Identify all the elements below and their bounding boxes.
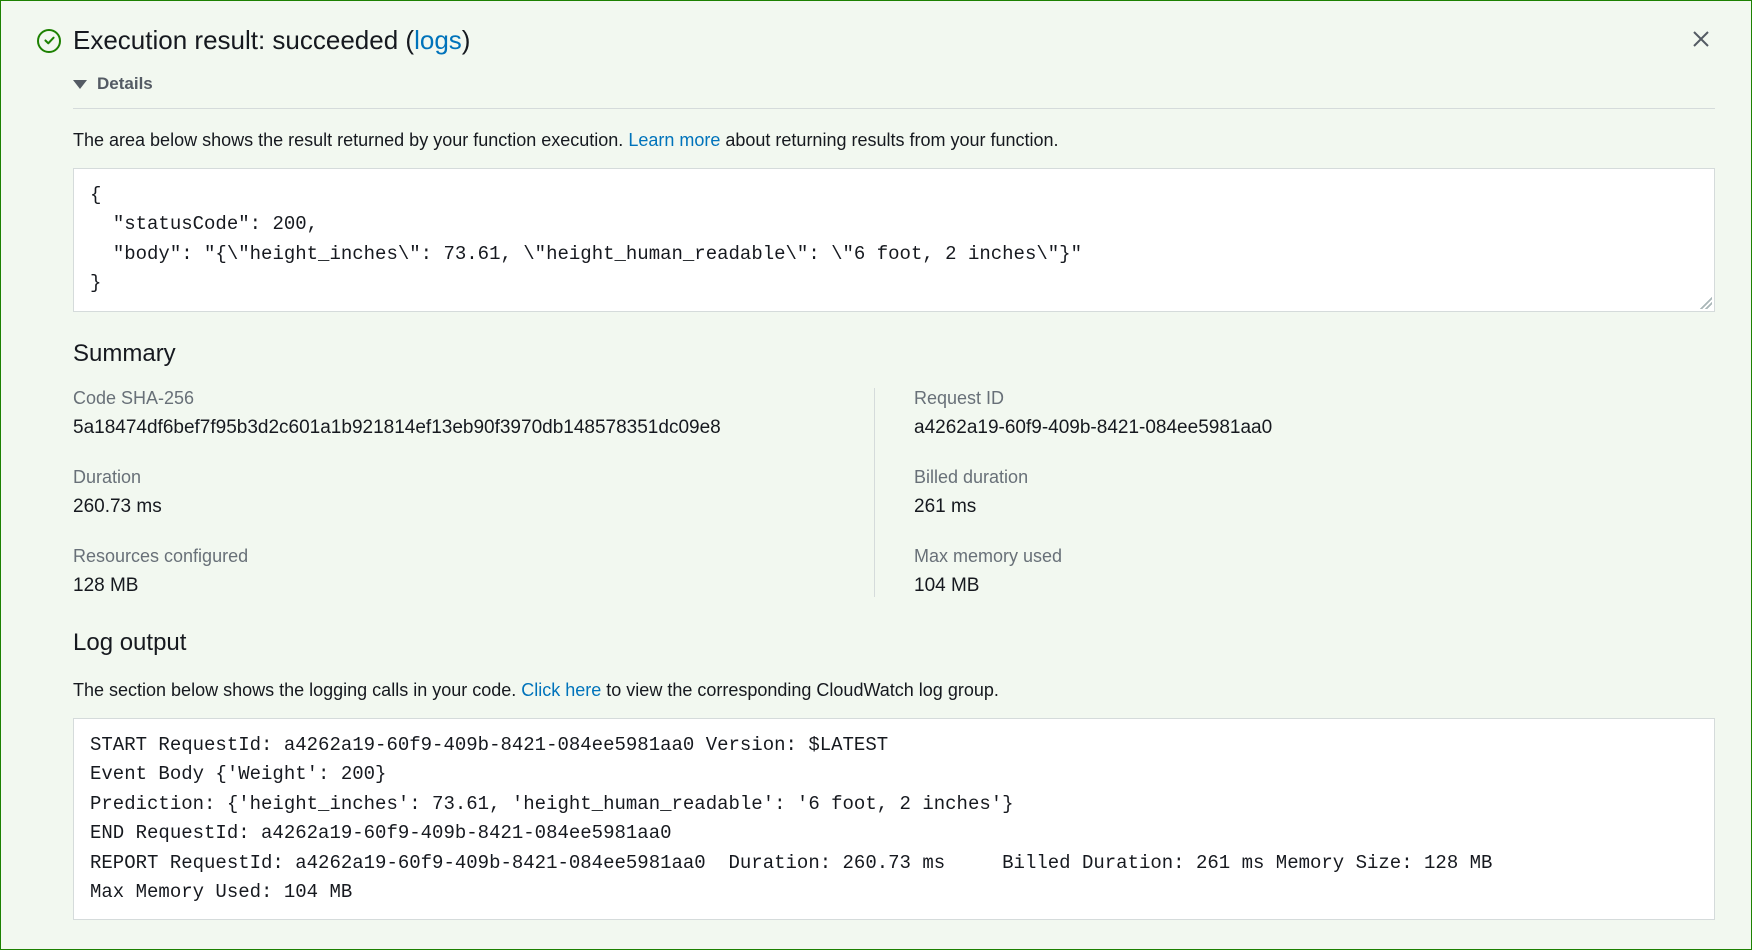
summary-resources: Resources configured 128 MB [73,546,874,597]
log-desc-prefix: The section below shows the logging call… [73,680,521,700]
desc-suffix: about returning results from your functi… [720,130,1058,150]
log-desc-suffix: to view the corresponding CloudWatch log… [601,680,999,700]
duration-value: 260.73 ms [73,496,874,518]
resources-label: Resources configured [73,546,874,567]
result-json-box[interactable]: { "statusCode": 200, "body": "{\"height_… [73,168,1715,312]
summary-grid: Code SHA-256 5a18474df6bef7f95b3d2c601a1… [73,388,1715,597]
chevron-down-icon [73,80,87,89]
result-header: Execution result: succeeded (logs) [37,25,1715,56]
max-mem-value: 104 MB [914,575,1715,597]
summary-heading: Summary [73,340,1715,368]
learn-more-link[interactable]: Learn more [628,130,720,150]
result-description: The area below shows the result returned… [73,127,1715,154]
success-check-icon [37,29,61,53]
summary-max-memory: Max memory used 104 MB [914,546,1715,597]
title-suffix: ) [462,25,471,55]
details-toggle[interactable]: Details [73,74,1715,109]
billed-value: 261 ms [914,496,1715,518]
close-button[interactable] [1687,25,1715,53]
details-label: Details [97,74,153,94]
summary-billed-duration: Billed duration 261 ms [914,467,1715,518]
request-id-label: Request ID [914,388,1715,409]
billed-label: Billed duration [914,467,1715,488]
max-mem-label: Max memory used [914,546,1715,567]
summary-code-sha: Code SHA-256 5a18474df6bef7f95b3d2c601a1… [73,388,874,439]
logs-link[interactable]: logs [414,25,462,55]
title-prefix: Execution result: succeeded ( [73,25,414,55]
request-id-value: a4262a19-60f9-409b-8421-084ee5981aa0 [914,417,1715,439]
close-icon [1689,27,1713,51]
duration-label: Duration [73,467,874,488]
summary-request-id: Request ID a4262a19-60f9-409b-8421-084ee… [914,388,1715,439]
resources-value: 128 MB [73,575,874,597]
code-sha-value: 5a18474df6bef7f95b3d2c601a1b921814ef13eb… [73,417,874,439]
log-output-box[interactable]: START RequestId: a4262a19-60f9-409b-8421… [73,718,1715,921]
code-sha-label: Code SHA-256 [73,388,874,409]
execution-result-panel: Execution result: succeeded (logs) Detai… [0,0,1752,950]
log-output-heading: Log output [73,629,1715,657]
summary-duration: Duration 260.73 ms [73,467,874,518]
desc-prefix: The area below shows the result returned… [73,130,628,150]
result-title: Execution result: succeeded (logs) [73,25,470,56]
click-here-link[interactable]: Click here [521,680,601,700]
log-output-description: The section below shows the logging call… [73,677,1715,704]
